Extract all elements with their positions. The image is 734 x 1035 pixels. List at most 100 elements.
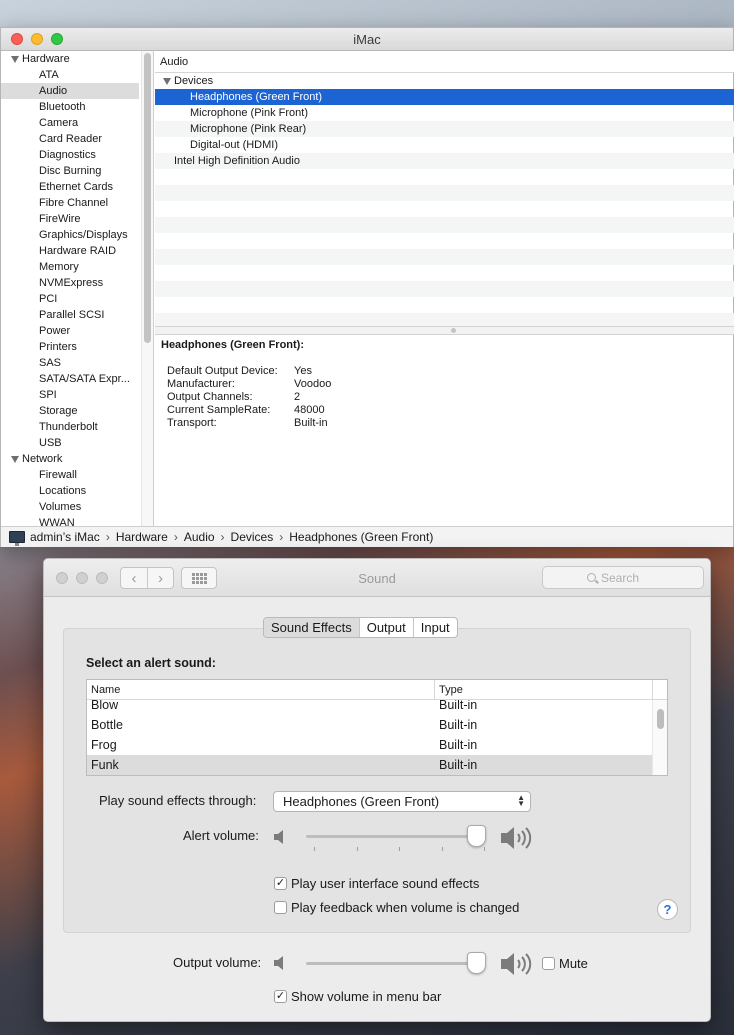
sidebar-item-label: Audio <box>39 85 68 97</box>
breadcrumb-item[interactable]: Audio <box>184 530 215 544</box>
sidebar-item[interactable]: ATA <box>1 67 139 83</box>
sidebar-item[interactable]: Printers <box>1 339 139 355</box>
show-volume-menubar-checkbox[interactable]: ✓ Show volume in menu bar <box>274 989 441 1004</box>
tree-row[interactable]: Digital-out (HDMI) <box>155 137 734 153</box>
tree-row[interactable]: Headphones (Green Front) <box>155 89 734 105</box>
sidebar-item[interactable]: Graphics/Displays <box>1 227 139 243</box>
ui-sounds-checkbox[interactable]: ✓ Play user interface sound effects <box>274 876 479 891</box>
disclosure-triangle-icon[interactable] <box>11 55 19 63</box>
sidebar-group[interactable]: Network <box>1 451 139 467</box>
feedback-checkbox[interactable]: Play feedback when volume is changed <box>274 900 519 915</box>
sidebar-item[interactable]: SAS <box>1 355 139 371</box>
sidebar-item[interactable]: Firewall <box>1 467 139 483</box>
tab-output[interactable]: Output <box>358 618 413 637</box>
tree-row[interactable]: Microphone (Pink Front) <box>155 105 734 121</box>
sidebar-item[interactable]: FireWire <box>1 211 139 227</box>
list-item[interactable]: Blow Built-in <box>87 700 653 715</box>
sidebar-item[interactable]: Camera <box>1 115 139 131</box>
tab-input[interactable]: Input <box>412 618 457 637</box>
empty-row <box>155 185 734 201</box>
detail-row: Manufacturer: Voodoo <box>161 378 728 391</box>
detail-value: Yes <box>294 365 312 377</box>
sidebar-item[interactable]: Bluetooth <box>1 99 139 115</box>
sidebar-item-label: Hardware RAID <box>39 245 117 257</box>
alert-name: Bottle <box>91 718 123 732</box>
tab-bar: Sound Effects Output Input <box>263 617 458 638</box>
list-scrollbar[interactable] <box>652 700 667 775</box>
sidebar-item[interactable]: WWAN <box>1 515 139 526</box>
sidebar-item[interactable]: Power <box>1 323 139 339</box>
sidebar-item[interactable]: PCI <box>1 291 139 307</box>
list-item[interactable]: Funk Built-in <box>87 755 653 775</box>
output-device-popup[interactable]: Headphones (Green Front) ▲ ▼ <box>273 791 531 812</box>
alert-volume-slider[interactable] <box>306 825 486 856</box>
checkbox-box[interactable]: ✓ <box>274 990 287 1003</box>
sidebar-item[interactable]: Memory <box>1 259 139 275</box>
sidebar-item[interactable]: Locations <box>1 483 139 499</box>
sidebar-item[interactable]: Diagnostics <box>1 147 139 163</box>
tree-row[interactable]: Microphone (Pink Rear) <box>155 121 734 137</box>
alert-sound-list: Name Type Blow Built-in Bottle Built-in Frog… <box>86 679 668 776</box>
sidebar-item[interactable]: SPI <box>1 387 139 403</box>
sidebar-item[interactable]: NVMExpress <box>1 275 139 291</box>
sidebar-item[interactable]: Volumes <box>1 499 139 515</box>
sidebar-item-label: NVMExpress <box>39 277 104 289</box>
search-field[interactable]: Search <box>542 566 704 589</box>
mute-checkbox[interactable]: Mute <box>542 956 588 971</box>
tree-row[interactable]: Devices <box>155 73 734 89</box>
list-header: Name Type <box>87 680 667 700</box>
help-button[interactable]: ? <box>657 899 678 920</box>
tree-row-label: Digital-out (HDMI) <box>190 139 279 151</box>
breadcrumb-item[interactable]: Headphones (Green Front) <box>289 530 433 544</box>
output-volume-slider[interactable] <box>306 952 486 983</box>
splitter-handle-icon[interactable] <box>451 328 456 333</box>
content-pane: Audio Devices Headphones (Green Front) Mic… <box>155 51 734 526</box>
checkbox-box[interactable]: ✓ <box>274 877 287 890</box>
sidebar-item[interactable]: Fibre Channel <box>1 195 139 211</box>
disclosure-triangle-icon[interactable] <box>163 77 171 85</box>
breadcrumb-item[interactable]: Hardware <box>116 530 168 544</box>
sidebar-item[interactable]: Thunderbolt <box>1 419 139 435</box>
slider-tick <box>441 847 443 851</box>
path-bar: admin’s iMac › Hardware › Audio › Devices › Head… <box>1 526 733 547</box>
checkbox-box[interactable] <box>274 901 287 914</box>
output-device-value: Headphones (Green Front) <box>283 794 440 809</box>
sidebar-scroll-thumb[interactable] <box>144 53 151 343</box>
sidebar-item[interactable]: Ethernet Cards <box>1 179 139 195</box>
breadcrumb-item[interactable]: admin’s iMac <box>30 530 100 544</box>
sidebar-scrollbar[interactable] <box>141 51 153 526</box>
column-header-type[interactable]: Type <box>435 680 653 699</box>
list-scroll-thumb[interactable] <box>657 709 664 729</box>
empty-row <box>155 265 734 281</box>
sidebar-item-label: Ethernet Cards <box>39 181 113 193</box>
detail-row: Transport: Built-in <box>161 417 728 430</box>
tab-sound-effects[interactable]: Sound Effects <box>264 618 359 637</box>
show-volume-menubar-label: Show volume in menu bar <box>291 989 442 1004</box>
list-item[interactable]: Frog Built-in <box>87 735 653 755</box>
checkbox-box[interactable] <box>542 957 555 970</box>
sidebar-item-label: FireWire <box>39 213 81 225</box>
breadcrumb-item[interactable]: Devices <box>231 530 274 544</box>
output-volume-knob[interactable] <box>467 952 486 974</box>
sidebar-item[interactable]: Storage <box>1 403 139 419</box>
empty-row <box>155 201 734 217</box>
tree-row-label: Devices <box>174 75 214 87</box>
detail-key: Transport: <box>167 417 217 429</box>
sidebar-item[interactable]: Disc Burning <box>1 163 139 179</box>
sidebar-item[interactable]: Card Reader <box>1 131 139 147</box>
tree-row-label: Headphones (Green Front) <box>190 91 323 103</box>
sidebar-item[interactable]: Audio <box>1 83 139 99</box>
sidebar-item[interactable]: USB <box>1 435 139 451</box>
sidebar-item[interactable]: Hardware RAID <box>1 243 139 259</box>
list-item[interactable]: Bottle Built-in <box>87 715 653 735</box>
tree-row[interactable]: Intel High Definition Audio <box>155 153 734 169</box>
sidebar-item[interactable]: Parallel SCSI <box>1 307 139 323</box>
alert-volume-knob[interactable] <box>467 825 486 847</box>
pane-splitter[interactable] <box>155 326 734 335</box>
column-header-name[interactable]: Name <box>87 680 435 699</box>
sidebar-group[interactable]: Hardware <box>1 51 139 67</box>
alert-name: Frog <box>91 738 117 752</box>
sidebar-item[interactable]: SATA/SATA Expr... <box>1 371 139 387</box>
disclosure-triangle-icon[interactable] <box>11 455 19 463</box>
window-title: iMac <box>353 32 381 47</box>
